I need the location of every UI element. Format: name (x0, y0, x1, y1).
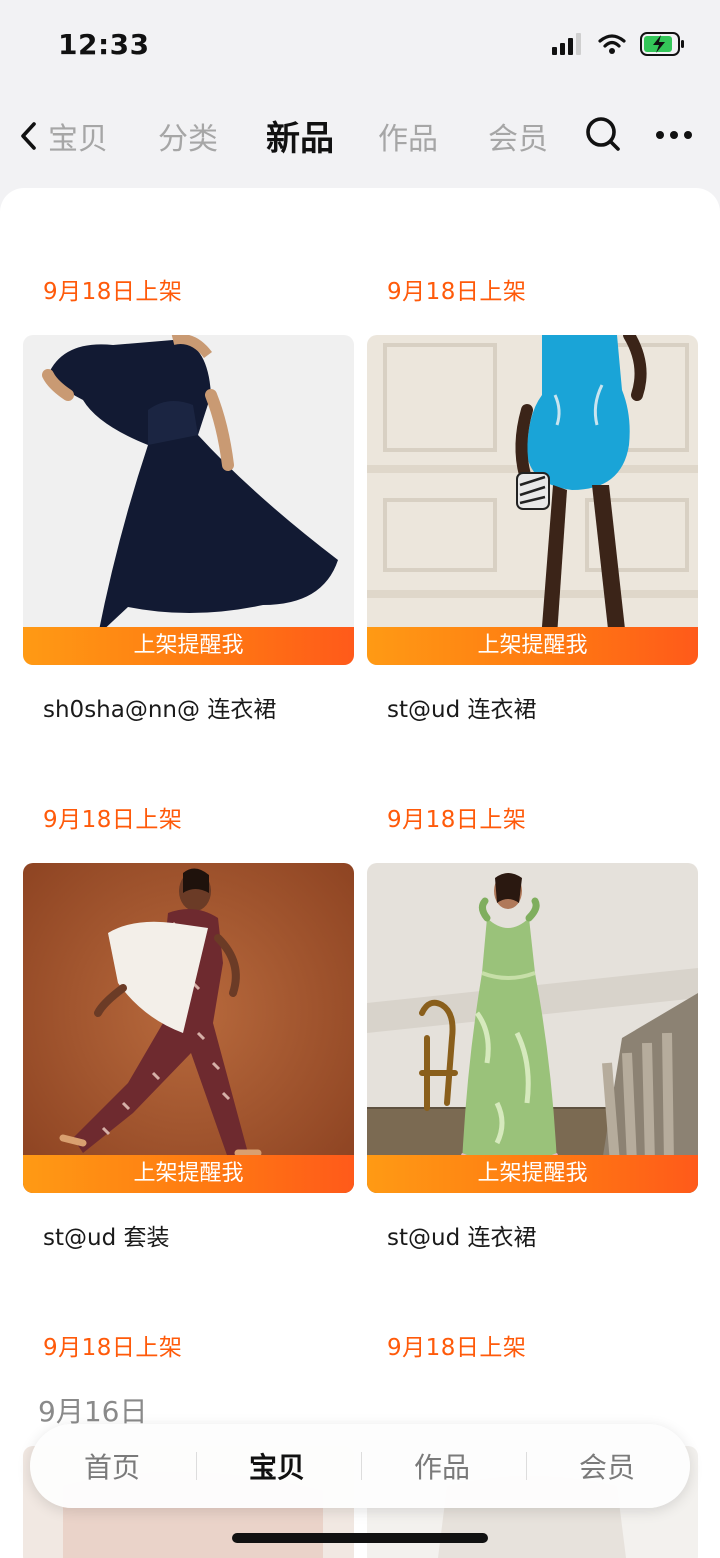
nav-tab-new-arrivals[interactable]: 新品 (266, 111, 334, 160)
cellular-signal-icon (552, 33, 581, 55)
release-date-label: 9月18日上架 (387, 1335, 527, 1361)
release-date-label: 9月18日上架 (43, 279, 183, 305)
tab-home[interactable]: 首页 (52, 1446, 172, 1486)
wifi-icon (598, 34, 626, 54)
tab-divider (361, 1452, 362, 1480)
status-bar: 12:33 (0, 0, 720, 90)
tab-divider (526, 1452, 527, 1480)
product-image-blue-dress[interactable]: 上架提醒我 (367, 335, 698, 665)
release-date-label: 9月18日上架 (43, 1335, 183, 1361)
notify-me-button[interactable]: 上架提醒我 (367, 1155, 698, 1193)
product-image-navy-dress[interactable]: 上架提醒我 (23, 335, 354, 665)
bottom-tab-bar: 首页 宝贝 作品 会员 (30, 1424, 690, 1508)
new-arrivals-feed: 9月18日上架 9月18日上架 上架提醒我 上架提醒我 sh0sha@nn@ 连… (0, 188, 720, 1558)
product-image-green-gown[interactable]: 上架提醒我 (367, 863, 698, 1193)
status-icons (552, 32, 686, 56)
product-image-patterned-set[interactable]: 上架提醒我 (23, 863, 354, 1193)
release-date-label: 9月18日上架 (43, 807, 183, 833)
tab-products[interactable]: 宝贝 (217, 1446, 337, 1486)
notify-me-button[interactable]: 上架提醒我 (23, 627, 354, 665)
notify-me-button[interactable]: 上架提醒我 (367, 627, 698, 665)
home-indicator[interactable] (232, 1533, 488, 1543)
nav-tab-category[interactable]: 分类 (158, 114, 218, 158)
product-title[interactable]: st@ud 连衣裙 (387, 1218, 537, 1252)
product-title[interactable]: st@ud 套装 (43, 1218, 170, 1252)
nav-tab-baobei[interactable]: 宝贝 (48, 114, 108, 158)
tab-works[interactable]: 作品 (382, 1446, 502, 1486)
tab-divider (196, 1452, 197, 1480)
back-arrow-icon[interactable] (14, 116, 48, 156)
status-time: 12:33 (58, 28, 150, 61)
product-title[interactable]: st@ud 连衣裙 (387, 690, 537, 724)
search-icon[interactable] (584, 115, 622, 153)
release-date-label: 9月18日上架 (387, 279, 527, 305)
product-title[interactable]: sh0sha@nn@ 连衣裙 (43, 690, 276, 724)
release-date-label: 9月18日上架 (387, 807, 527, 833)
nav-tab-members[interactable]: 会员 (488, 114, 548, 158)
top-nav-bar: 宝贝 分类 新品 作品 会员 (0, 100, 720, 170)
battery-charging-icon (640, 32, 684, 56)
more-options-icon[interactable] (654, 120, 694, 150)
nav-tab-works[interactable]: 作品 (378, 114, 438, 158)
tab-members[interactable]: 会员 (547, 1446, 667, 1486)
notify-me-button[interactable]: 上架提醒我 (23, 1155, 354, 1193)
